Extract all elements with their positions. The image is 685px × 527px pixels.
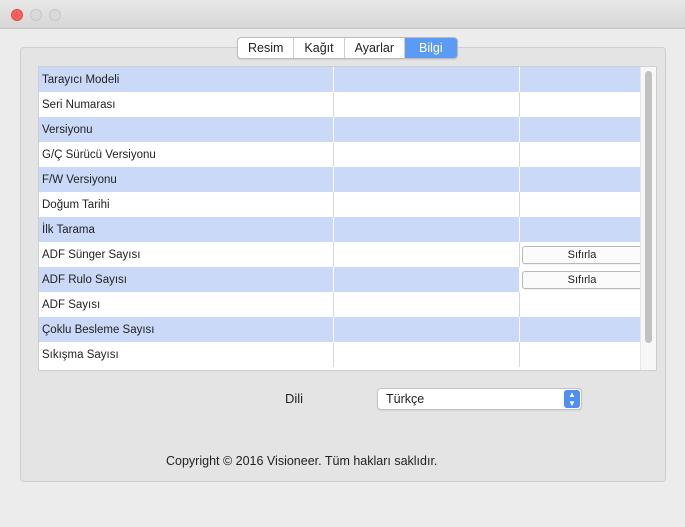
row-value [333,192,520,217]
tab-bar: Resim Kağıt Ayarlar Bilgi [237,37,458,59]
row-value [333,217,520,242]
row-label: Seri Numarası [39,92,334,117]
row-label: Doğum Tarihi [39,192,334,217]
table-row: Çoklu Besleme Sayısı [39,317,642,342]
table-row: ADF Sünger Sayısı Sıfırla [39,242,642,267]
table-row: Tarayıcı Modeli [39,67,642,92]
table-row: Doğum Tarihi [39,192,642,217]
row-extra [519,192,642,217]
tab-ayarlar[interactable]: Ayarlar [345,38,405,58]
row-value [333,67,520,92]
tab-kagit[interactable]: Kağıt [294,38,345,58]
close-window-button[interactable] [11,9,23,21]
title-bar [0,0,685,29]
row-label: ADF Rulo Sayısı [39,267,334,292]
row-extra [519,92,642,117]
row-label: Sıkışma Sayısı [39,342,334,367]
minimize-window-button[interactable] [30,9,42,21]
chevron-up-down-icon: ▲ ▼ [564,390,580,408]
table-row: ADF Sayısı [39,292,642,317]
copyright-text: Copyright © 2016 Visioneer. Tüm hakları … [166,454,438,468]
row-label: İlk Tarama [39,217,334,242]
table-row: Versiyonu [39,117,642,142]
row-value [333,342,520,367]
row-value [333,92,520,117]
reset-roller-count-button[interactable]: Sıfırla [522,270,642,289]
row-extra [519,342,642,367]
row-label: Tarayıcı Modeli [39,67,334,92]
row-label: F/W Versiyonu [39,167,334,192]
zoom-window-button[interactable] [49,9,61,21]
table-row: G/Ç Sürücü Versiyonu [39,142,642,167]
tab-bilgi[interactable]: Bilgi [404,38,457,58]
table-row: ADF Rulo Sayısı Sıfırla [39,267,642,292]
row-extra [519,292,642,317]
row-label: Versiyonu [39,117,334,142]
table-row: F/W Versiyonu [39,167,642,192]
row-value [333,142,520,167]
reset-sponge-count-button[interactable]: Sıfırla [522,245,642,264]
row-label: ADF Sünger Sayısı [39,242,334,267]
tab-resim[interactable]: Resim [238,38,295,58]
row-value [333,292,520,317]
table-row: Seri Numarası [39,92,642,117]
row-extra [519,167,642,192]
row-action: Sıfırla [519,242,642,267]
row-label: Çoklu Besleme Sayısı [39,317,334,342]
table-row: İlk Tarama [39,217,642,242]
row-value [333,317,520,342]
row-extra [519,217,642,242]
row-value [333,242,520,267]
row-label: G/Ç Sürücü Versiyonu [39,142,334,167]
table-row: Sıkışma Sayısı [39,342,642,367]
language-select[interactable]: Türkçe ▲ ▼ [377,388,582,410]
row-label: ADF Sayısı [39,292,334,317]
row-extra [519,117,642,142]
row-value [333,117,520,142]
row-value [333,267,520,292]
language-label: Dili [285,391,304,406]
row-action: Sıfırla [519,267,642,292]
scrollbar-thumb[interactable] [645,71,652,343]
row-extra [519,67,642,92]
row-value [333,167,520,192]
language-select-value: Türkçe [386,392,425,406]
window: Resim Kağıt Ayarlar Bilgi Tarayıcı Model… [0,0,685,527]
info-table: Tarayıcı Modeli Seri Numarası Versiyonu … [38,66,657,371]
table-scrollbar[interactable] [640,67,656,370]
row-extra [519,142,642,167]
row-extra [519,317,642,342]
